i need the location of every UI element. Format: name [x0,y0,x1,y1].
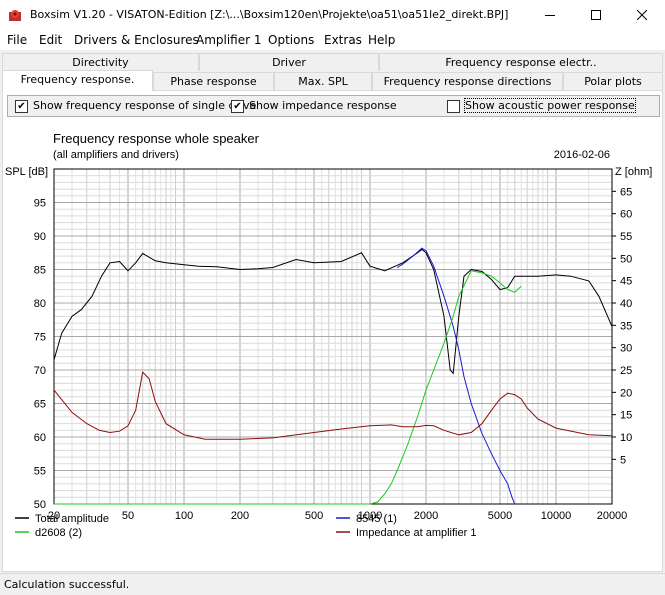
y2-tick-label: 25 [620,365,632,377]
menu-drivers-enclosures[interactable]: Drivers & Enclosures [74,33,199,47]
chart-subtitle: (all amplifiers and drivers) [53,149,179,161]
y2-tick-label: 40 [620,298,632,310]
y2-tick-label: 15 [620,410,632,422]
y-tick-label: 75 [34,332,46,344]
legend-label: d2608 (2) [35,527,82,539]
tab-max-spl[interactable]: Max. SPL [274,72,372,90]
status-text: Calculation successful. [4,578,130,591]
tab-driver-label: Driver [272,56,306,69]
tab-directivity[interactable]: Directivity [2,53,199,71]
y2-tick-label: 30 [620,343,632,355]
close-icon [637,10,647,20]
tab-frequency-response-label: Frequency response. [20,73,135,86]
checkmark-icon: ✔ [233,100,242,112]
maximize-icon [591,10,601,20]
y2-tick-label: 60 [620,209,632,221]
impedance-checkbox[interactable]: ✔ [231,100,244,113]
close-button[interactable] [619,0,665,30]
x-tick-label: 200 [231,510,249,522]
y-axis-label: SPL [dB] [5,166,48,178]
y-tick-label: 50 [34,499,46,511]
series-line-d2608-2 [54,270,522,505]
single-drive-checkbox[interactable]: ✔ [15,100,28,113]
y2-tick-label: 45 [620,276,632,288]
tab-polar-plots[interactable]: Polar plots [563,72,663,90]
tab-directivity-label: Directivity [72,56,129,69]
y2-tick-label: 10 [620,432,632,444]
x-tick-label: 2000 [414,510,438,522]
menu-options[interactable]: Options [268,33,314,47]
checkmark-icon: ✔ [17,100,26,112]
tab-phase-response[interactable]: Phase response [153,72,274,90]
tab-polar-plots-label: Polar plots [584,75,642,88]
y2-tick-label: 5 [620,454,626,466]
y2-axis-label: Z [ohm] [615,166,652,178]
tab-phase-response-label: Phase response [170,75,257,88]
tab-driver[interactable]: Driver [199,53,379,71]
series-line-total-amplitude [53,248,613,375]
menu-edit[interactable]: Edit [39,33,62,47]
x-tick-label: 20000 [597,510,628,522]
y-tick-label: 55 [34,466,46,478]
y2-tick-label: 20 [620,387,632,399]
y2-tick-label: 50 [620,253,632,265]
acoustic-power-checkbox[interactable] [447,100,460,113]
tab-frequency-response-directions[interactable]: Frequency response directions [372,72,563,90]
y2-tick-label: 55 [620,231,632,243]
tab-frequency-response-electr[interactable]: Frequency response electr.. [379,53,663,71]
y-tick-label: 70 [34,365,46,377]
menu-extras[interactable]: Extras [324,33,362,47]
frequency-response-chart: Frequency response whole speaker (all am… [5,131,652,539]
options-bar: ✔ Show frequency response of single driv… [7,95,660,117]
maximize-button[interactable] [573,0,619,30]
x-tick-label: 100 [175,510,193,522]
minimize-icon [545,15,555,16]
y-tick-label: 65 [34,399,46,411]
tab-max-spl-label: Max. SPL [298,75,348,88]
x-tick-label: 5000 [488,510,512,522]
y-tick-label: 95 [34,198,46,210]
window-title: Boxsim V1.20 - VISATON-Edition [Z:\...\B… [30,8,509,21]
title-bar: Boxsim V1.20 - VISATON-Edition [Z:\...\B… [0,0,665,30]
y-tick-label: 80 [34,298,46,310]
tab-frequency-response[interactable]: Frequency response. [2,70,153,91]
minimize-button[interactable] [527,0,573,30]
app-icon [9,10,21,21]
y-tick-label: 90 [34,231,46,243]
acoustic-power-label[interactable]: Show acoustic power response [464,98,636,113]
y-tick-label: 60 [34,432,46,444]
x-tick-label: 10000 [541,510,572,522]
frequency-response-panel: ✔ Show frequency response of single driv… [2,90,663,572]
x-tick-label: 500 [305,510,323,522]
menu-bar: File Edit Drivers & Enclosures Amplifier… [0,30,665,51]
tab-frequency-response-electr-label: Frequency response electr.. [445,56,597,69]
menu-amplifier[interactable]: Amplifier 1 [196,33,262,47]
chart-date: 2016-02-06 [554,149,610,161]
y2-tick-label: 65 [620,186,632,198]
series-line-impedance-at-amplifier-1 [53,371,613,440]
menu-help[interactable]: Help [368,33,395,47]
chart-title: Frequency response whole speaker [53,131,260,146]
menu-file[interactable]: File [7,33,27,47]
single-drive-label[interactable]: Show frequency response of single drive [33,99,256,112]
tab-frequency-response-directions-label: Frequency response directions [383,75,552,88]
legend-label: Total amplitude [35,513,109,525]
status-bar: Calculation successful. [0,573,665,595]
legend-label: Impedance at amplifier 1 [356,527,476,539]
x-tick-label: 50 [122,510,134,522]
y-tick-label: 85 [34,265,46,277]
impedance-label[interactable]: Show impedance response [249,99,397,112]
legend-label: 8545 (1) [356,513,397,525]
y2-tick-label: 35 [620,320,632,332]
